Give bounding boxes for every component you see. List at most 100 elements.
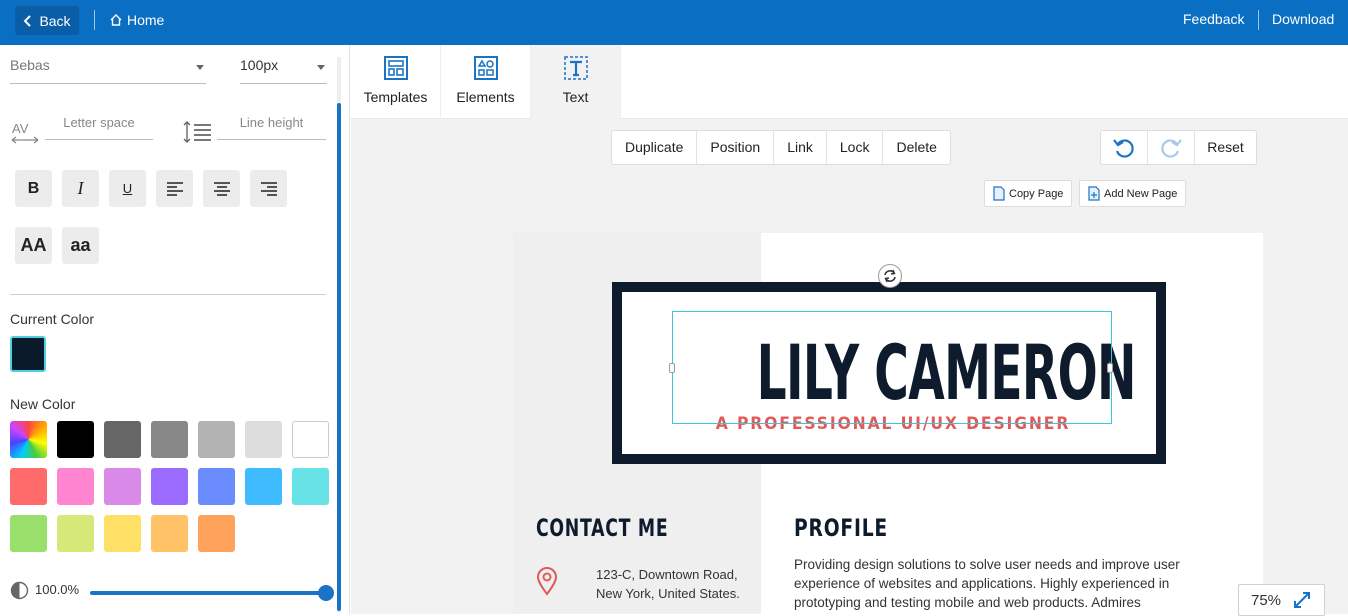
chevron-left-icon (24, 14, 32, 27)
align-left-icon (166, 181, 183, 196)
zoom-control[interactable]: 75% (1238, 584, 1325, 616)
font-family-select[interactable]: Bebas (10, 57, 206, 84)
copy-page-button[interactable]: Copy Page (984, 180, 1073, 207)
redo-icon (1161, 138, 1182, 158)
letter-space-input[interactable]: Letter space (45, 115, 153, 140)
bold-button[interactable]: B (15, 170, 52, 207)
scrollbar-thumb[interactable] (337, 103, 341, 611)
location-pin-icon (536, 567, 558, 596)
color-swatch[interactable] (198, 421, 235, 458)
color-swatch[interactable] (10, 468, 47, 505)
profile-text[interactable]: Providing design solutions to solve user… (794, 555, 1234, 612)
color-swatch[interactable] (292, 468, 329, 505)
italic-glyph: I (77, 178, 84, 198)
font-family-value: Bebas (10, 57, 50, 73)
uppercase-button[interactable]: AA (15, 227, 52, 264)
color-swatch[interactable] (198, 515, 235, 552)
caret-down-icon (196, 65, 204, 70)
line-height-input[interactable]: Line height (217, 115, 326, 140)
undo-icon (1113, 138, 1134, 158)
back-label: Back (39, 12, 71, 29)
current-color-swatch[interactable] (10, 336, 46, 372)
home-label: Home (127, 12, 165, 28)
letter-spacing-icon: AV (11, 121, 39, 144)
add-new-page-button[interactable]: Add New Page (1079, 180, 1187, 207)
color-swatch[interactable] (57, 421, 94, 458)
color-swatch[interactable] (292, 421, 329, 458)
resize-handle-right[interactable] (1107, 363, 1113, 373)
home-icon (110, 14, 122, 26)
font-size-select[interactable]: 100px (240, 57, 327, 84)
tab-templates[interactable]: Templates (351, 45, 441, 119)
reset-button[interactable]: Reset (1195, 131, 1256, 164)
templates-icon (383, 56, 408, 80)
tool-tabs: Templates Elements Text (351, 45, 1348, 119)
color-swatch[interactable] (198, 468, 235, 505)
redo-button[interactable] (1148, 131, 1195, 164)
feedback-link[interactable]: Feedback (1183, 11, 1244, 27)
caret-down-icon (317, 65, 325, 70)
add-page-icon (1088, 186, 1100, 201)
underline-button[interactable]: U (109, 170, 146, 207)
color-swatch[interactable] (57, 468, 94, 505)
elements-icon (473, 56, 498, 80)
lowercase-glyph: aa (70, 235, 91, 255)
tab-label: Templates (363, 89, 428, 105)
italic-button[interactable]: I (62, 170, 99, 207)
delete-button[interactable]: Delete (883, 131, 949, 164)
selection-box (672, 311, 1112, 424)
address-line-1[interactable]: 123-C, Downtown Road, (596, 567, 738, 582)
tab-text[interactable]: Text (531, 45, 621, 119)
align-right-icon (260, 181, 277, 196)
copy-page-icon (993, 186, 1005, 201)
home-link[interactable]: Home (110, 12, 164, 28)
add-page-label: Add New Page (1104, 187, 1178, 200)
color-swatch[interactable] (57, 515, 94, 552)
rotate-icon (884, 269, 896, 283)
tab-label: Text (562, 89, 589, 105)
color-swatch[interactable] (104, 515, 141, 552)
text-properties-panel: Bebas 100px AV Letter space Line height … (0, 45, 350, 614)
resize-handle-left[interactable] (669, 363, 675, 373)
link-button[interactable]: Link (774, 131, 827, 164)
align-right-button[interactable] (250, 170, 287, 207)
contact-heading[interactable]: CONTACT ME (536, 514, 668, 542)
profile-heading[interactable]: PROFILE (794, 514, 888, 542)
bold-glyph: B (27, 179, 40, 197)
undo-button[interactable] (1101, 131, 1148, 164)
position-button[interactable]: Position (697, 131, 775, 164)
align-center-button[interactable] (203, 170, 240, 207)
divider (94, 10, 95, 30)
top-bar: Back Home Feedback Download (0, 0, 1348, 45)
text-icon (563, 56, 588, 80)
copy-page-label: Copy Page (1009, 187, 1064, 200)
back-button[interactable]: Back (15, 6, 79, 35)
color-swatch[interactable] (245, 421, 282, 458)
align-center-icon (213, 181, 230, 196)
duplicate-button[interactable]: Duplicate (612, 131, 698, 164)
color-swatch[interactable] (245, 468, 282, 505)
expand-icon[interactable] (1293, 591, 1311, 609)
uppercase-glyph: AA (20, 235, 47, 255)
document-canvas[interactable]: LILY CAMERON A PROFESSIONAL UI/UX DESIGN… (513, 233, 1263, 614)
underline-glyph: U (122, 181, 133, 196)
color-swatch[interactable] (151, 421, 188, 458)
color-picker-swatch[interactable] (10, 421, 47, 458)
color-swatch[interactable] (10, 515, 47, 552)
color-swatch[interactable] (104, 421, 141, 458)
rotate-handle[interactable] (878, 264, 902, 288)
align-left-button[interactable] (156, 170, 193, 207)
opacity-slider-handle[interactable] (318, 585, 334, 601)
tab-elements[interactable]: Elements (441, 45, 531, 119)
color-swatch[interactable] (104, 468, 141, 505)
current-color-label: Current Color (10, 311, 95, 327)
address-line-2[interactable]: New York, United States. (596, 586, 740, 601)
divider (10, 294, 326, 295)
color-swatch[interactable] (151, 468, 188, 505)
download-link[interactable]: Download (1272, 11, 1334, 27)
element-action-toolbar: Duplicate Position Link Lock Delete (611, 130, 951, 165)
lock-button[interactable]: Lock (827, 131, 884, 164)
lowercase-button[interactable]: aa (62, 227, 99, 264)
opacity-slider[interactable] (90, 591, 326, 595)
color-swatch[interactable] (151, 515, 188, 552)
